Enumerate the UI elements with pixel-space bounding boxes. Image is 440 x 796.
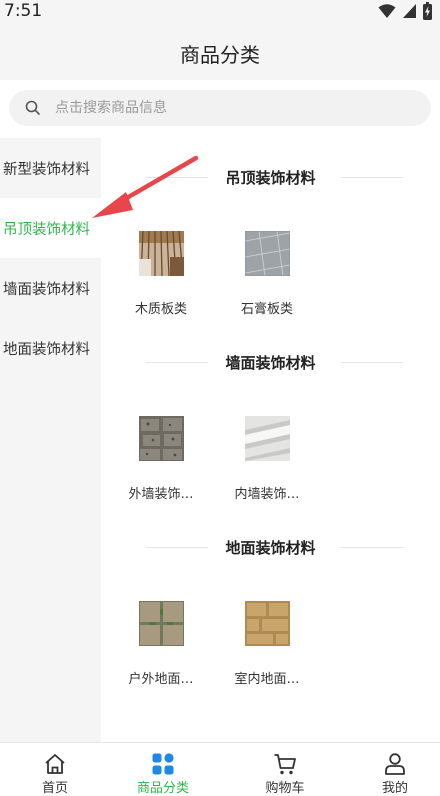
product-thumbnail — [139, 601, 184, 646]
product-thumbnail — [139, 231, 184, 276]
sidebar-item-floor-materials[interactable]: 地面装饰材料 — [0, 318, 101, 378]
tab-categories[interactable]: 商品分类 — [108, 743, 218, 796]
status-bar: 7:51 — [0, 0, 440, 22]
search-bar — [0, 80, 440, 136]
category-sidebar: 新型装饰材料 吊顶装饰材料 墙面装饰材料 地面装饰材料 — [0, 138, 101, 742]
sidebar-item-new-materials[interactable]: 新型装饰材料 — [0, 138, 101, 198]
tab-home[interactable]: 首页 — [0, 743, 110, 796]
sidebar-item-label: 新型装饰材料 — [3, 161, 90, 178]
sidebar-item-label: 地面装饰材料 — [3, 341, 90, 358]
sidebar-item-label: 吊顶装饰材料 — [3, 221, 90, 238]
section-title-wall: 墙面装饰材料 — [225, 354, 316, 372]
product-name: 室内地面… — [234, 672, 300, 687]
page-title: 商品分类 — [180, 43, 260, 67]
section-title-ceiling: 吊顶装饰材料 — [225, 169, 316, 187]
search-box[interactable] — [9, 90, 431, 126]
product-name: 户外地面… — [128, 672, 194, 687]
product-thumbnail — [245, 231, 290, 276]
tab-profile[interactable]: 我的 — [340, 743, 440, 796]
cart-icon — [274, 754, 296, 775]
sidebar-item-label: 墙面装饰材料 — [3, 281, 90, 298]
search-input[interactable] — [55, 90, 415, 126]
product-name: 外墙装饰… — [128, 487, 194, 502]
search-icon — [25, 100, 40, 115]
wifi-icon — [378, 4, 396, 18]
battery-icon — [423, 2, 432, 20]
signal-icon — [403, 4, 416, 18]
category-icon — [152, 753, 174, 775]
status-time: 7:51 — [4, 1, 43, 21]
home-icon — [45, 754, 65, 774]
tab-label: 商品分类 — [136, 781, 189, 796]
sidebar-item-wall-materials[interactable]: 墙面装饰材料 — [0, 258, 101, 318]
status-icons — [378, 2, 432, 20]
tab-label: 购物车 — [265, 781, 305, 796]
bottom-tab-bar: 首页 商品分类 购物车 我的 — [0, 742, 440, 796]
product-name: 内墙装饰… — [234, 487, 300, 502]
product-thumbnail — [245, 416, 290, 461]
tab-label: 我的 — [381, 781, 408, 796]
category-content: 吊顶装饰材料 木质板类 石膏板类 墙面装饰材料 外墙装饰… 内墙装饰… 地面装饰… — [101, 138, 440, 742]
sidebar-item-ceiling-materials[interactable]: 吊顶装饰材料 — [0, 198, 101, 258]
user-icon — [385, 753, 405, 775]
section-title-floor: 地面装饰材料 — [225, 539, 316, 557]
tab-cart[interactable]: 购物车 — [230, 743, 340, 796]
product-name: 木质板类 — [134, 302, 187, 317]
page-header: 商品分类 — [0, 22, 440, 80]
product-name: 石膏板类 — [240, 302, 293, 317]
product-thumbnail — [245, 601, 290, 646]
tab-label: 首页 — [41, 781, 68, 796]
product-thumbnail — [139, 416, 184, 461]
